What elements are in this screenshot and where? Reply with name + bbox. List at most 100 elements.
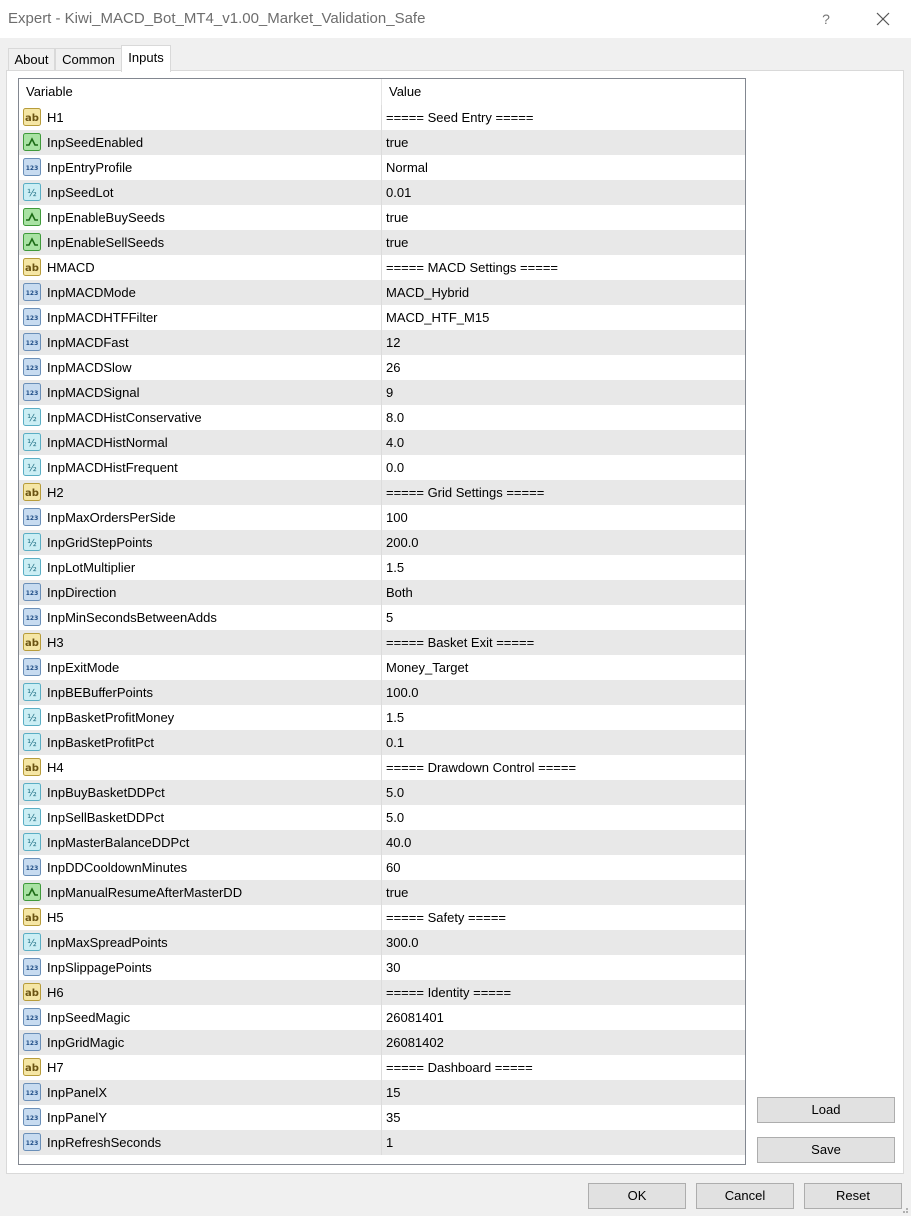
- variable-cell[interactable]: InpEnableBuySeeds: [19, 205, 382, 230]
- tab-common[interactable]: Common: [55, 48, 122, 71]
- table-row[interactable]: ½ InpSellBasketDDPct 5.0: [19, 805, 745, 830]
- variable-cell[interactable]: ab H3: [19, 630, 382, 655]
- table-row[interactable]: 123 InpPanelY 35: [19, 1105, 745, 1130]
- value-cell[interactable]: 26: [382, 355, 745, 380]
- value-cell[interactable]: 5: [382, 605, 745, 630]
- value-cell[interactable]: 1.5: [382, 705, 745, 730]
- value-cell[interactable]: 5.0: [382, 805, 745, 830]
- table-row[interactable]: ½ InpBasketProfitMoney 1.5: [19, 705, 745, 730]
- table-row[interactable]: ½ InpMACDHistConservative 8.0: [19, 405, 745, 430]
- table-row[interactable]: InpManualResumeAfterMasterDD true: [19, 880, 745, 905]
- value-cell[interactable]: 300.0: [382, 930, 745, 955]
- variable-cell[interactable]: ½ InpBasketProfitMoney: [19, 705, 382, 730]
- table-row[interactable]: ½ InpMaxSpreadPoints 300.0: [19, 930, 745, 955]
- variable-cell[interactable]: ab H5: [19, 905, 382, 930]
- value-cell[interactable]: MACD_HTF_M15: [382, 305, 745, 330]
- table-row[interactable]: ½ InpGridStepPoints 200.0: [19, 530, 745, 555]
- value-cell[interactable]: 4.0: [382, 430, 745, 455]
- value-cell[interactable]: 1.5: [382, 555, 745, 580]
- table-row[interactable]: ab H2 ===== Grid Settings =====: [19, 480, 745, 505]
- table-row[interactable]: ½ InpBuyBasketDDPct 5.0: [19, 780, 745, 805]
- table-row[interactable]: 123 InpRefreshSeconds 1: [19, 1130, 745, 1155]
- table-row[interactable]: 123 InpMACDFast 12: [19, 330, 745, 355]
- variable-cell[interactable]: InpManualResumeAfterMasterDD: [19, 880, 382, 905]
- value-cell[interactable]: 5.0: [382, 780, 745, 805]
- variable-cell[interactable]: ab H2: [19, 480, 382, 505]
- variable-cell[interactable]: ½ InpLotMultiplier: [19, 555, 382, 580]
- variable-cell[interactable]: 123 InpDirection: [19, 580, 382, 605]
- table-row[interactable]: 123 InpSeedMagic 26081401: [19, 1005, 745, 1030]
- variable-cell[interactable]: 123 InpSlippagePoints: [19, 955, 382, 980]
- table-row[interactable]: 123 InpSlippagePoints 30: [19, 955, 745, 980]
- variable-cell[interactable]: ½ InpMACDHistNormal: [19, 430, 382, 455]
- value-cell[interactable]: ===== Drawdown Control =====: [382, 755, 745, 780]
- value-cell[interactable]: ===== MACD Settings =====: [382, 255, 745, 280]
- cancel-button[interactable]: Cancel: [696, 1183, 794, 1209]
- table-row[interactable]: 123 InpDirection Both: [19, 580, 745, 605]
- variable-cell[interactable]: ab H1: [19, 105, 382, 130]
- variable-cell[interactable]: 123 InpPanelX: [19, 1080, 382, 1105]
- table-row[interactable]: 123 InpExitMode Money_Target: [19, 655, 745, 680]
- table-row[interactable]: ½ InpMACDHistNormal 4.0: [19, 430, 745, 455]
- value-cell[interactable]: 35: [382, 1105, 745, 1130]
- table-row[interactable]: ab HMACD ===== MACD Settings =====: [19, 255, 745, 280]
- variable-cell[interactable]: ½ InpMasterBalanceDDPct: [19, 830, 382, 855]
- table-row[interactable]: 123 InpEntryProfile Normal: [19, 155, 745, 180]
- table-row[interactable]: InpEnableBuySeeds true: [19, 205, 745, 230]
- help-button[interactable]: ?: [812, 6, 840, 32]
- save-button[interactable]: Save: [757, 1137, 895, 1163]
- variable-cell[interactable]: ab H7: [19, 1055, 382, 1080]
- value-cell[interactable]: ===== Dashboard =====: [382, 1055, 745, 1080]
- value-cell[interactable]: 100.0: [382, 680, 745, 705]
- value-cell[interactable]: 1: [382, 1130, 745, 1155]
- table-row[interactable]: 123 InpMaxOrdersPerSide 100: [19, 505, 745, 530]
- table-row[interactable]: 123 InpGridMagic 26081402: [19, 1030, 745, 1055]
- variable-cell[interactable]: ½ InpSellBasketDDPct: [19, 805, 382, 830]
- value-cell[interactable]: Both: [382, 580, 745, 605]
- tab-inputs[interactable]: Inputs: [121, 45, 171, 72]
- table-row[interactable]: 123 InpMinSecondsBetweenAdds 5: [19, 605, 745, 630]
- table-row[interactable]: 123 InpMACDMode MACD_Hybrid: [19, 280, 745, 305]
- variable-cell[interactable]: 123 InpGridMagic: [19, 1030, 382, 1055]
- variable-cell[interactable]: 123 InpMACDHTFFilter: [19, 305, 382, 330]
- variable-cell[interactable]: ½ InpMaxSpreadPoints: [19, 930, 382, 955]
- variable-cell[interactable]: ab HMACD: [19, 255, 382, 280]
- value-cell[interactable]: true: [382, 205, 745, 230]
- variable-cell[interactable]: 123 InpRefreshSeconds: [19, 1130, 382, 1155]
- value-cell[interactable]: ===== Basket Exit =====: [382, 630, 745, 655]
- value-cell[interactable]: ===== Identity =====: [382, 980, 745, 1005]
- value-cell[interactable]: 0.1: [382, 730, 745, 755]
- table-row[interactable]: InpSeedEnabled true: [19, 130, 745, 155]
- value-cell[interactable]: 26081401: [382, 1005, 745, 1030]
- table-row[interactable]: ½ InpBasketProfitPct 0.1: [19, 730, 745, 755]
- value-cell[interactable]: true: [382, 880, 745, 905]
- value-cell[interactable]: Money_Target: [382, 655, 745, 680]
- value-cell[interactable]: 0.0: [382, 455, 745, 480]
- value-cell[interactable]: true: [382, 130, 745, 155]
- value-cell[interactable]: 200.0: [382, 530, 745, 555]
- variable-cell[interactable]: ½ InpGridStepPoints: [19, 530, 382, 555]
- value-cell[interactable]: 100: [382, 505, 745, 530]
- variable-cell[interactable]: 123 InpSeedMagic: [19, 1005, 382, 1030]
- table-row[interactable]: ½ InpLotMultiplier 1.5: [19, 555, 745, 580]
- value-cell[interactable]: ===== Safety =====: [382, 905, 745, 930]
- table-row[interactable]: ab H6 ===== Identity =====: [19, 980, 745, 1005]
- value-cell[interactable]: ===== Seed Entry =====: [382, 105, 745, 130]
- table-row[interactable]: ½ InpSeedLot 0.01: [19, 180, 745, 205]
- value-cell[interactable]: 15: [382, 1080, 745, 1105]
- value-cell[interactable]: 30: [382, 955, 745, 980]
- table-row[interactable]: 123 InpDDCooldownMinutes 60: [19, 855, 745, 880]
- variable-cell[interactable]: 123 InpMACDSignal: [19, 380, 382, 405]
- variable-cell[interactable]: InpSeedEnabled: [19, 130, 382, 155]
- value-cell[interactable]: ===== Grid Settings =====: [382, 480, 745, 505]
- variable-cell[interactable]: 123 InpEntryProfile: [19, 155, 382, 180]
- variable-cell[interactable]: ½ InpMACDHistFrequent: [19, 455, 382, 480]
- table-row[interactable]: ½ InpMACDHistFrequent 0.0: [19, 455, 745, 480]
- value-cell[interactable]: Normal: [382, 155, 745, 180]
- table-row[interactable]: ab H4 ===== Drawdown Control =====: [19, 755, 745, 780]
- table-row[interactable]: InpEnableSellSeeds true: [19, 230, 745, 255]
- variable-cell[interactable]: 123 InpMinSecondsBetweenAdds: [19, 605, 382, 630]
- value-cell[interactable]: 26081402: [382, 1030, 745, 1055]
- table-row[interactable]: 123 InpMACDSlow 26: [19, 355, 745, 380]
- value-cell[interactable]: 9: [382, 380, 745, 405]
